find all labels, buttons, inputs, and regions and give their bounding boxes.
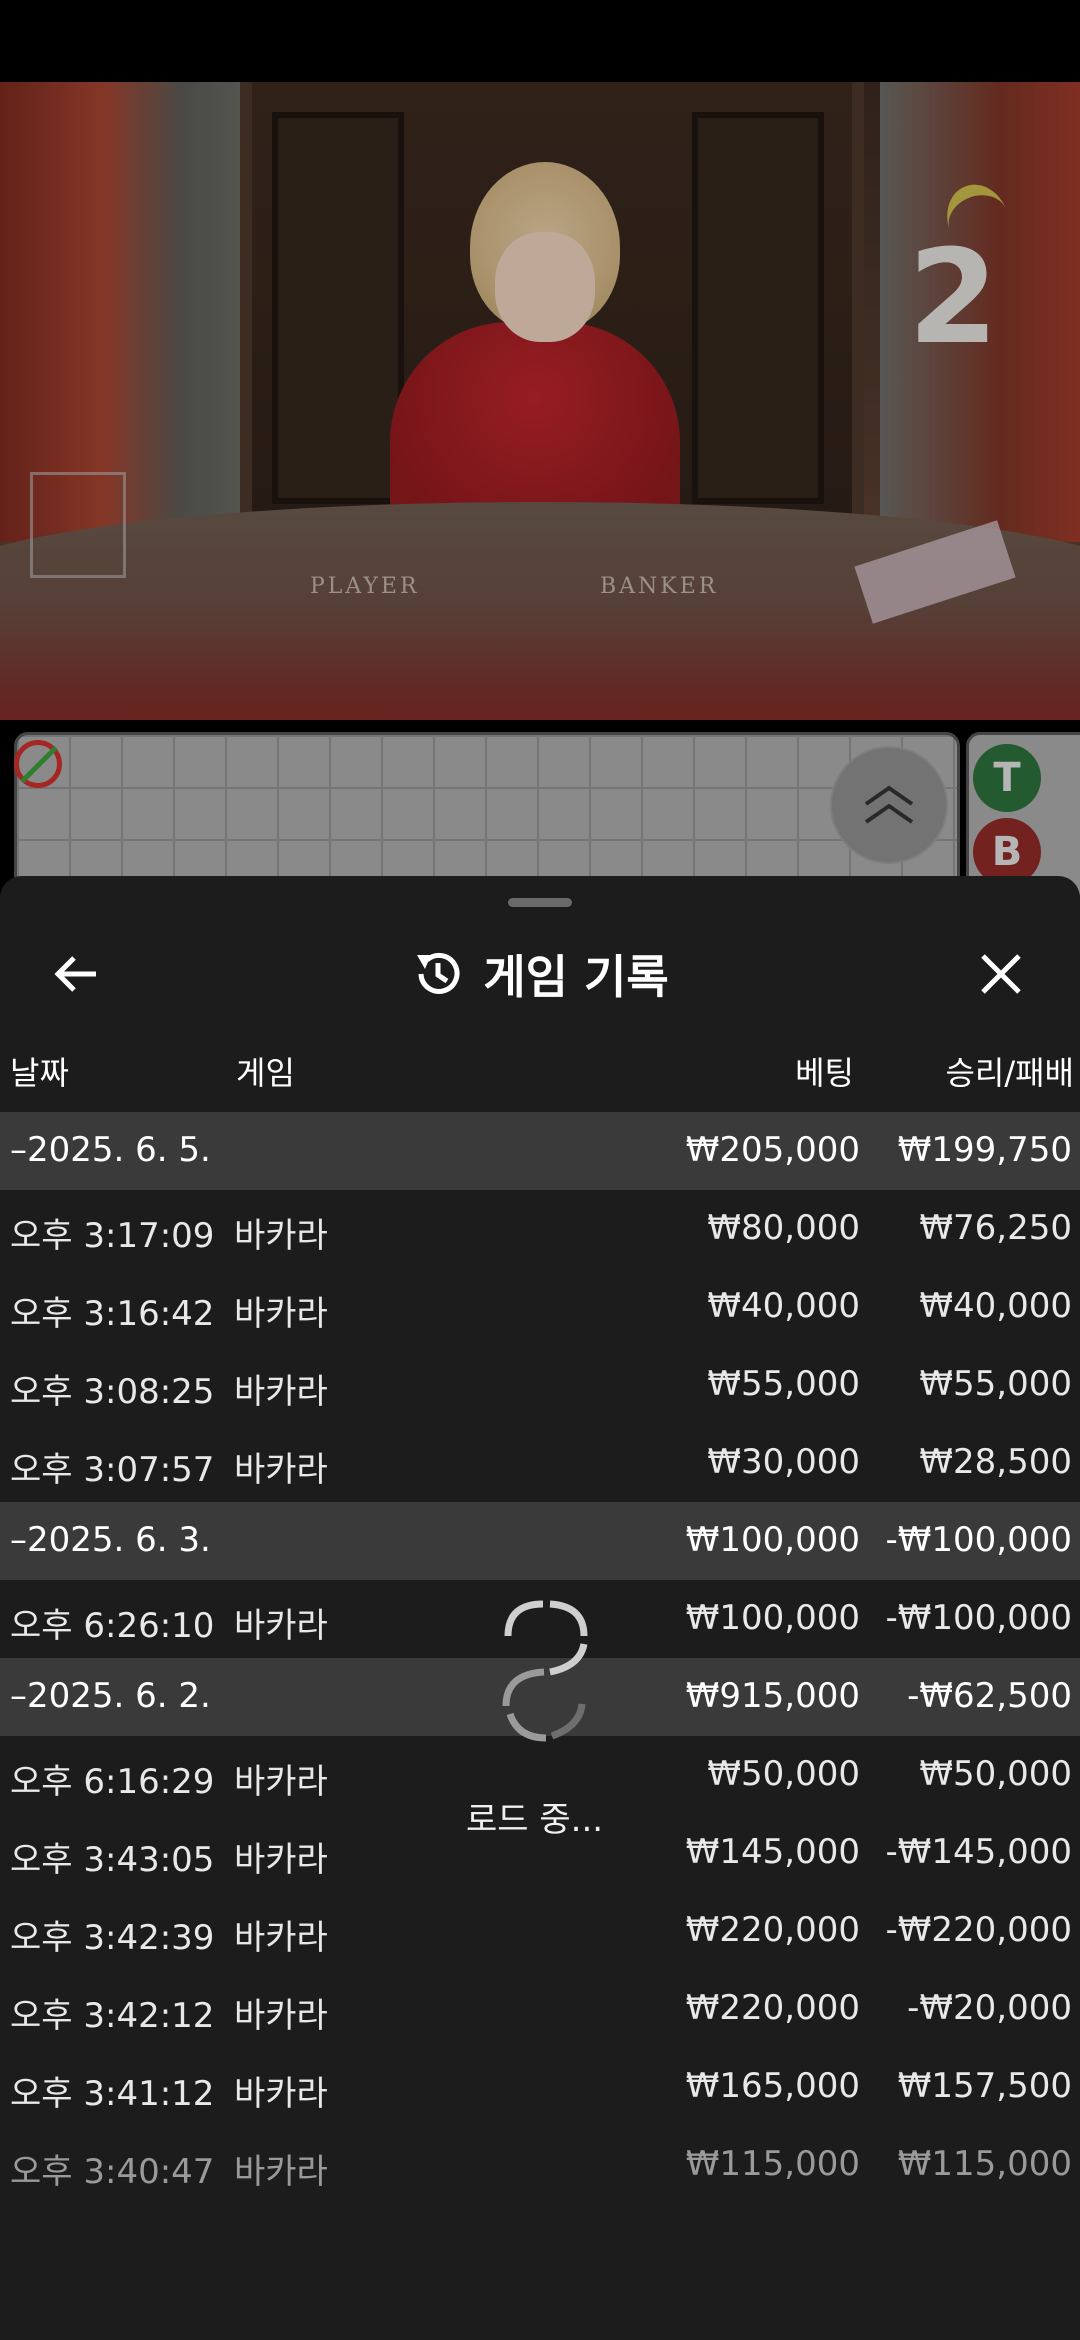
- row-win-loss: ₩28,500: [919, 1442, 1072, 1482]
- double-chevron-up-icon: [864, 785, 914, 824]
- row-date: –2025. 6. 2.: [10, 1676, 211, 1716]
- history-row[interactable]: 오후 3:42:39 바카라 ₩220,000 -₩220,000: [0, 1892, 1080, 1970]
- history-row[interactable]: 오후 3:08:25 바카라 ₩55,000 ₩55,000: [0, 1346, 1080, 1424]
- close-icon: [981, 954, 1021, 994]
- row-game: 바카라: [234, 1996, 328, 2036]
- row-win-loss: ₩50,000: [919, 1754, 1072, 1794]
- felt-player-label: PLAYER: [310, 574, 420, 599]
- row-date: 오후 3:41:12: [10, 2074, 215, 2114]
- row-game: 바카라: [234, 1216, 328, 1256]
- close-button[interactable]: [966, 944, 1036, 1004]
- row-bet: ₩220,000: [685, 1910, 860, 1950]
- column-header-date: 날짜: [10, 1054, 69, 1092]
- row-game: 바카라: [234, 1294, 328, 1334]
- row-date: –2025. 6. 3.: [10, 1520, 211, 1560]
- row-date: 오후 6:26:10: [10, 1606, 215, 1646]
- row-bet: ₩50,000: [707, 1754, 860, 1794]
- row-bet: ₩80,000: [707, 1208, 860, 1248]
- row-bet: ₩145,000: [685, 1832, 860, 1872]
- row-game: 바카라: [234, 1762, 328, 1802]
- row-game: 바카라: [234, 1840, 328, 1880]
- row-date: 오후 6:16:29: [10, 1762, 215, 1802]
- history-row[interactable]: 오후 3:40:47 바카라 ₩115,000 ₩115,000: [0, 2126, 1080, 2204]
- row-win-loss: ₩199,750: [897, 1130, 1072, 1170]
- column-headers: 날짜 게임 베팅 승리/패배: [0, 1036, 1080, 1100]
- row-win-loss: ₩40,000: [919, 1286, 1072, 1326]
- row-date: 오후 3:40:47: [10, 2152, 215, 2192]
- column-header-win-loss: 승리/패배: [945, 1054, 1074, 1092]
- column-header-bet: 베팅: [795, 1054, 854, 1092]
- row-win-loss: ₩76,250: [919, 1208, 1072, 1248]
- date-group-row[interactable]: –2025. 6. 5. ₩205,000 ₩199,750: [0, 1112, 1080, 1190]
- row-date: 오후 3:43:05: [10, 1840, 215, 1880]
- loading-text: 로드 중...: [466, 1800, 604, 1840]
- no-entry-icon: [14, 740, 62, 788]
- history-row[interactable]: 오후 3:07:57 바카라 ₩30,000 ₩28,500: [0, 1424, 1080, 1502]
- row-win-loss: -₩220,000: [885, 1910, 1073, 1950]
- row-date: 오후 3:42:12: [10, 1996, 215, 2036]
- date-group-row[interactable]: –2025. 6. 3. ₩100,000 -₩100,000: [0, 1502, 1080, 1580]
- row-date: 오후 3:17:09: [10, 1216, 215, 1256]
- row-bet: ₩30,000: [707, 1442, 860, 1482]
- row-date: –2025. 6. 5.: [10, 1130, 211, 1170]
- row-game: 바카라: [234, 1372, 328, 1412]
- sheet-title: 게임 기록: [483, 950, 669, 1004]
- back-button[interactable]: [40, 944, 112, 1004]
- baccarat-table: [0, 502, 1080, 720]
- drag-handle[interactable]: [508, 898, 572, 907]
- row-win-loss: ₩115,000: [897, 2144, 1072, 2184]
- row-win-loss: -₩100,000: [885, 1520, 1073, 1560]
- row-game: 바카라: [234, 2152, 328, 2192]
- row-win-loss: -₩100,000: [885, 1598, 1073, 1638]
- column-header-game: 게임: [236, 1054, 295, 1092]
- row-bet: ₩165,000: [685, 2066, 860, 2106]
- row-win-loss: ₩157,500: [897, 2066, 1072, 2106]
- felt-banker-label: BANKER: [600, 574, 719, 599]
- live-dealer-video: PLAYER BANKER 2: [0, 82, 1080, 720]
- status-bar: [0, 0, 1080, 82]
- row-bet: ₩100,000: [685, 1598, 860, 1638]
- row-game: 바카라: [234, 2074, 328, 2114]
- round-number: 2: [908, 221, 999, 373]
- row-bet: ₩40,000: [707, 1286, 860, 1326]
- history-row[interactable]: 오후 3:16:42 바카라 ₩40,000 ₩40,000: [0, 1268, 1080, 1346]
- row-win-loss: -₩20,000: [907, 1988, 1072, 2028]
- sheet-header: 게임 기록: [0, 924, 1080, 1024]
- row-bet: ₩915,000: [685, 1676, 860, 1716]
- row-bet: ₩220,000: [685, 1988, 860, 2028]
- history-row[interactable]: 오후 3:41:12 바카라 ₩165,000 ₩157,500: [0, 2048, 1080, 2126]
- row-bet: ₩115,000: [685, 2144, 860, 2184]
- history-icon: [417, 952, 460, 994]
- row-win-loss: -₩145,000: [885, 1832, 1073, 1872]
- row-win-loss: -₩62,500: [907, 1676, 1072, 1716]
- row-date: 오후 3:42:39: [10, 1918, 215, 1958]
- history-row[interactable]: 오후 3:42:12 바카라 ₩220,000 -₩20,000: [0, 1970, 1080, 2048]
- row-bet: ₩205,000: [685, 1130, 860, 1170]
- row-date: 오후 3:16:42: [10, 1294, 215, 1334]
- discard-box: [30, 472, 126, 578]
- row-game: 바카라: [234, 1918, 328, 1958]
- loading-spinner-icon: [488, 1596, 598, 1746]
- row-bet: ₩55,000: [707, 1364, 860, 1404]
- row-win-loss: ₩55,000: [919, 1364, 1072, 1404]
- row-game: 바카라: [234, 1606, 328, 1646]
- expand-button[interactable]: [830, 746, 948, 864]
- row-date: 오후 3:08:25: [10, 1372, 215, 1412]
- row-date: 오후 3:07:57: [10, 1450, 215, 1490]
- arrow-left-icon: [54, 956, 96, 992]
- history-row[interactable]: 오후 3:17:09 바카라 ₩80,000 ₩76,250: [0, 1190, 1080, 1268]
- tie-badge: T: [973, 744, 1041, 812]
- bead-road-scoreboard[interactable]: [14, 732, 960, 898]
- row-game: 바카라: [234, 1450, 328, 1490]
- row-bet: ₩100,000: [685, 1520, 860, 1560]
